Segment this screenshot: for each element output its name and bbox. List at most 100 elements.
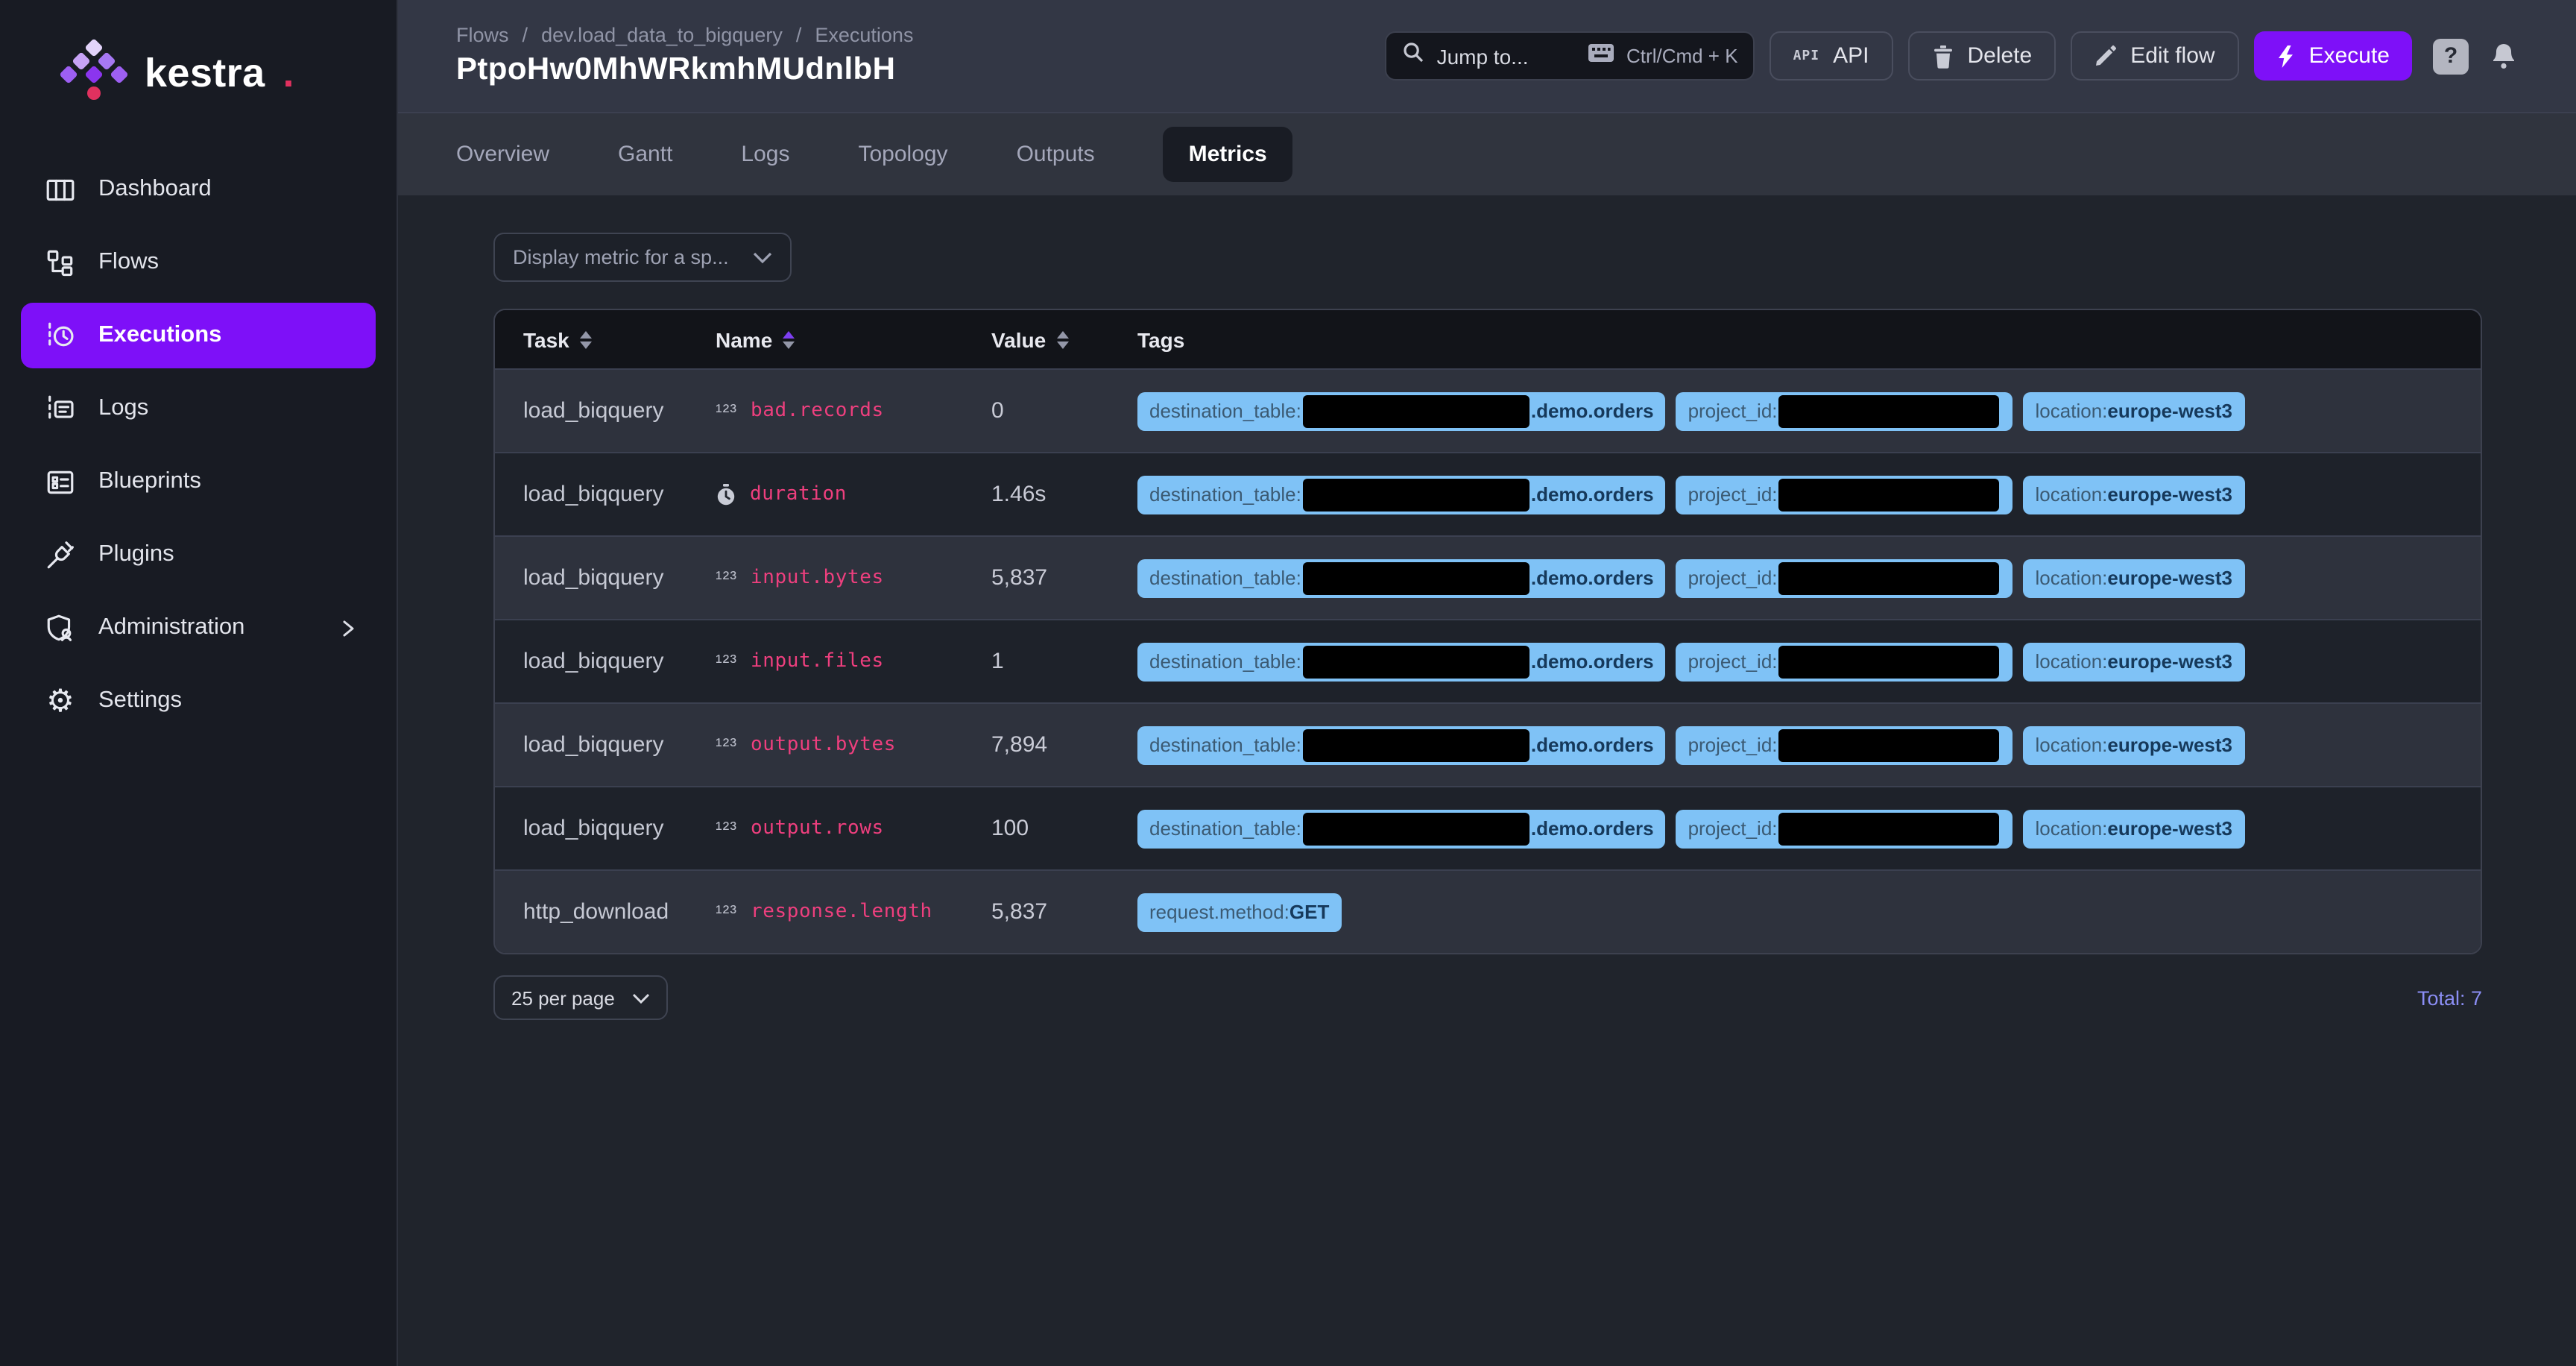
metric-name[interactable]: response.length [751, 901, 932, 923]
numeric-metric-icon: ¹²³ [716, 734, 737, 756]
flows-icon [45, 247, 76, 278]
jump-to-search[interactable]: Jump to... Ctrl/Cmd + K [1385, 31, 1755, 81]
column-header-name[interactable]: Name [716, 327, 991, 351]
tag-badge: location: europe-west3 [2024, 642, 2244, 681]
value-cell: 0 [991, 398, 1137, 424]
sidebar-item-label: Flows [98, 249, 159, 276]
breadcrumb-item[interactable]: Executions [815, 24, 913, 46]
tag-badge: project_id: [1676, 642, 2013, 681]
tag-text: .demo.orders [1531, 483, 1654, 506]
tag-text: project_id: [1688, 650, 1778, 673]
value-cell: 1.46s [991, 482, 1137, 507]
executions-icon [45, 320, 76, 351]
tag-text: project_id: [1688, 734, 1778, 756]
metric-filter-select[interactable]: Display metric for a sp... [493, 233, 792, 282]
metrics-table-header: TaskNameValue Tags [495, 310, 2481, 368]
tags-cell: destination_table: .demo.ordersproject_i… [1137, 809, 2481, 848]
sidebar-item-label: Settings [98, 687, 182, 714]
delete-button[interactable]: Delete [1907, 31, 2056, 81]
tab-outputs[interactable]: Outputs [1017, 142, 1095, 167]
metric-name[interactable]: bad.records [751, 400, 884, 422]
column-header-task[interactable]: Task [523, 327, 716, 351]
tag-text: .demo.orders [1531, 567, 1654, 589]
tag-text: .demo.orders [1531, 817, 1654, 840]
tags-cell: destination_table: .demo.ordersproject_i… [1137, 726, 2481, 764]
tag-text: location: [2036, 400, 2108, 422]
tag-text: europe-west3 [2107, 650, 2232, 673]
redacted-value [1779, 478, 2000, 511]
task-cell: load_biqquery [523, 482, 716, 507]
sidebar-item-administration[interactable]: Administration [21, 595, 376, 661]
name-cell: ¹²³bad.records [716, 400, 991, 422]
blueprints-icon [45, 466, 76, 497]
tag-text: location: [2036, 483, 2108, 506]
api-button[interactable]: API API [1770, 31, 1893, 81]
tab-gantt[interactable]: Gantt [618, 142, 672, 167]
metric-name[interactable]: duration [750, 483, 847, 506]
per-page-select[interactable]: 25 per page [493, 975, 669, 1020]
column-header-value[interactable]: Value [991, 327, 1137, 351]
breadcrumb-item[interactable]: dev.load_data_to_bigquery [541, 24, 783, 46]
column-label: Value [991, 327, 1046, 351]
tag-text: project_id: [1688, 817, 1778, 840]
table-row: load_biqquery¹²³output.bytes7,894destina… [495, 702, 2481, 786]
api-icon: API [1793, 48, 1820, 63]
redacted-value [1779, 645, 2000, 678]
search-shortcut: Ctrl/Cmd + K [1626, 45, 1738, 67]
sidebar-item-logs[interactable]: Logs [21, 376, 376, 441]
help-icon[interactable]: ? [2433, 38, 2469, 74]
numeric-metric-icon: ¹²³ [716, 650, 737, 673]
sidebar-item-flows[interactable]: Flows [21, 230, 376, 295]
redacted-value [1779, 812, 2000, 845]
dashboard-icon [45, 174, 76, 205]
trash-icon [1931, 44, 1954, 68]
tag-text: europe-west3 [2107, 817, 2232, 840]
main-area: Flows/dev.load_data_to_bigquery/Executio… [398, 0, 2576, 1366]
timer-metric-icon [716, 482, 736, 506]
sort-icon [1056, 330, 1068, 348]
sidebar: kestra. Dashboard Flows Executions Logs Blue… [0, 0, 398, 1366]
metric-name[interactable]: input.bytes [751, 567, 884, 589]
tag-badge: destination_table: .demo.orders [1137, 475, 1666, 514]
task-cell: http_download [523, 899, 716, 925]
metrics-table-body: load_biqquery¹²³bad.records0destination_… [495, 368, 2481, 953]
tag-text: destination_table: [1149, 400, 1301, 422]
tag-badge: location: europe-west3 [2024, 391, 2244, 430]
tab-metrics[interactable]: Metrics [1164, 127, 1292, 182]
value-cell: 7,894 [991, 732, 1137, 758]
metric-filter-label: Display metric for a sp... [513, 246, 729, 268]
execute-button[interactable]: Execute [2254, 31, 2412, 81]
sidebar-item-executions[interactable]: Executions [21, 303, 376, 368]
tag-text: project_id: [1688, 400, 1778, 422]
edit-flow-button[interactable]: Edit flow [2071, 31, 2238, 81]
value-cell: 5,837 [991, 899, 1137, 925]
metrics-content: Display metric for a sp... TaskNameValue… [398, 195, 2576, 1020]
breadcrumb-item[interactable]: Flows [456, 24, 509, 46]
name-cell: ¹²³response.length [716, 901, 991, 923]
tab-overview[interactable]: Overview [456, 142, 549, 167]
sidebar-item-dashboard[interactable]: Dashboard [21, 157, 376, 222]
metric-name[interactable]: output.bytes [751, 734, 896, 756]
sidebar-item-plugins[interactable]: Plugins [21, 522, 376, 588]
tags-cell: destination_table: .demo.ordersproject_i… [1137, 391, 2481, 430]
tag-text: destination_table: [1149, 734, 1301, 756]
column-header-tags: Tags [1137, 327, 2481, 351]
tag-text: europe-west3 [2107, 400, 2232, 422]
metric-name[interactable]: output.rows [751, 817, 884, 840]
topbar-heading: Flows/dev.load_data_to_bigquery/Executio… [456, 24, 913, 88]
task-cell: load_biqquery [523, 398, 716, 424]
tab-topology[interactable]: Topology [858, 142, 947, 167]
task-cell: load_biqquery [523, 816, 716, 841]
sort-icon [580, 330, 592, 348]
redacted-value [1779, 728, 2000, 761]
tags-cell: request.method: GET [1137, 893, 2481, 931]
tag-badge: project_id: [1676, 475, 2013, 514]
table-row: load_biqquery¹²³input.files1destination_… [495, 619, 2481, 702]
metric-name[interactable]: input.files [751, 650, 884, 673]
sidebar-item-blueprints[interactable]: Blueprints [21, 449, 376, 514]
kestra-logo[interactable]: kestra. [0, 0, 397, 109]
table-row: http_download¹²³response.length5,837requ… [495, 869, 2481, 953]
sidebar-item-settings[interactable]: ⚙Settings [21, 668, 376, 734]
tab-logs[interactable]: Logs [741, 142, 789, 167]
notifications-bell-icon[interactable] [2490, 41, 2518, 71]
